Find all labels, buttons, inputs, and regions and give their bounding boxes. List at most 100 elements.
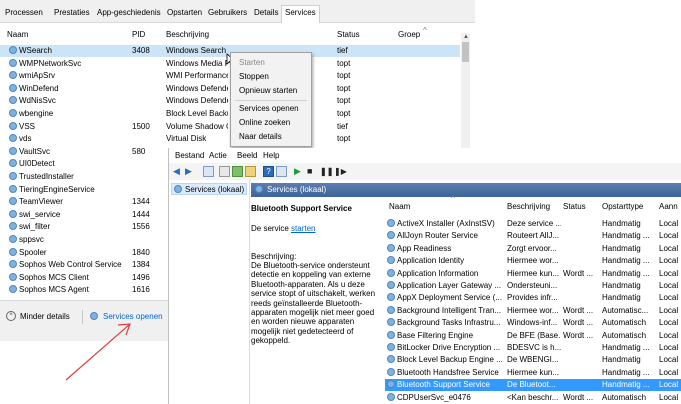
tab-services[interactable]: Services — [281, 5, 320, 23]
service-startup-type: Handmatig ... — [602, 268, 650, 278]
column-header-pid[interactable]: PID — [132, 30, 145, 39]
row-pid: 1384 — [132, 260, 150, 270]
list-item[interactable]: CDPUserSvc_e0476 <Kan beschr... Wordt ... A… — [385, 392, 681, 404]
service-startup-type: Automatisc... — [602, 305, 649, 315]
tab-processes[interactable]: Processen — [5, 6, 43, 22]
list-item[interactable]: Base Filtering Engine De BFE (Base... Word… — [385, 330, 681, 342]
menu-file[interactable]: Bestand — [175, 151, 204, 160]
list-item[interactable]: Background Tasks Infrastru... Windows-inf… — [385, 317, 681, 329]
service-gear-icon — [9, 209, 17, 218]
annotation-arrow-icon — [65, 323, 131, 381]
service-status — [563, 367, 599, 379]
chevron-up-icon[interactable]: ^ — [6, 311, 16, 321]
row-pid: 1556 — [132, 222, 150, 232]
list-header-description[interactable]: Beschrijving — [507, 202, 550, 211]
list-item[interactable]: AllJoyn Router Service Routeert AllJ... Ha… — [385, 230, 681, 242]
menu-item-search-online[interactable]: Online zoeken — [239, 118, 290, 127]
service-gear-icon — [9, 222, 17, 231]
service-logon: Local — [659, 268, 679, 278]
stop-icon[interactable]: ■ — [307, 166, 318, 177]
menu-view[interactable]: Beeld — [237, 151, 257, 160]
column-header-group[interactable]: Groep — [398, 30, 420, 39]
service-gear-icon — [9, 109, 17, 117]
export-list-icon[interactable] — [245, 166, 256, 177]
service-description: BDESVC is h... — [507, 343, 561, 352]
tab-performance[interactable]: Prestaties — [54, 6, 90, 22]
pause-icon[interactable]: ❚❚ — [320, 166, 333, 177]
list-item[interactable]: Application Layer Gateway ... Ondersteuni… — [385, 280, 681, 292]
tab-users[interactable]: Gebruikers — [208, 6, 247, 22]
list-header-startup-type[interactable]: Opstarttype — [602, 202, 643, 211]
column-header-name[interactable]: Naam — [7, 30, 28, 39]
service-startup-type: Handmatig ... — [602, 367, 650, 377]
tab-details[interactable]: Details — [254, 6, 278, 22]
service-startup-type: Automatisch — [602, 330, 647, 340]
service-status — [563, 243, 599, 255]
list-header-logon[interactable]: Aann — [659, 202, 678, 211]
column-header-description[interactable]: Beschrijving — [166, 30, 209, 39]
play-icon[interactable]: ▶ — [294, 166, 305, 177]
row-name: swi_filter — [9, 221, 129, 233]
service-gear-icon — [387, 268, 395, 277]
start-service-link[interactable]: starten — [291, 224, 315, 233]
menu-action[interactable]: Actie — [209, 151, 227, 160]
service-logon: Local — [659, 305, 679, 315]
tree-item-services-local[interactable]: Services (lokaal) — [171, 183, 247, 195]
list-item[interactable]: BitLocker Drive Encryption ... BDESVC is … — [385, 342, 681, 354]
service-startup-type: Handmatig — [602, 281, 641, 290]
service-name: Application Layer Gateway ... — [387, 280, 505, 292]
service-gear-icon — [9, 71, 17, 80]
menu-item-restart[interactable]: Opnieuw starten — [239, 86, 297, 95]
menu-item-start[interactable]: Starten — [239, 58, 265, 67]
row-pid — [132, 184, 162, 196]
row-pid: 3408 — [132, 46, 150, 55]
tab-startup[interactable]: Opstarten — [167, 6, 202, 22]
show-hide-pane-icon[interactable] — [276, 166, 287, 177]
list-item[interactable]: Bluetooth Support Service De Bluetoot... H… — [385, 379, 681, 392]
list-item[interactable]: Block Level Backup Engine ... De WBENGI..… — [385, 354, 681, 366]
service-startup-type: Handmatig — [602, 293, 641, 303]
list-item[interactable]: AppX Deployment Service (... Provides inf… — [385, 292, 681, 304]
service-logon: Local — [659, 380, 679, 390]
row-name: VaultSvc — [9, 146, 129, 158]
list-item[interactable]: Application Information Hiermee kun... Wor… — [385, 268, 681, 280]
menu-help[interactable]: Help — [263, 151, 279, 160]
service-gear-icon — [9, 58, 17, 67]
row-pid — [132, 234, 162, 246]
service-name: AllJoyn Router Service — [387, 230, 505, 242]
list-header-name[interactable]: Naam — [389, 202, 410, 211]
service-description: <Kan beschr... — [507, 392, 559, 402]
menu-item-go-to-details[interactable]: Naar details — [239, 132, 282, 141]
properties-icon[interactable] — [219, 166, 230, 177]
list-item[interactable]: Application Identity Hiermee wor... Handma… — [385, 255, 681, 267]
list-item[interactable]: ActiveX Installer (AxInstSV) Deze service… — [385, 218, 681, 230]
restart-icon[interactable]: ❚▶ — [334, 166, 347, 177]
tab-app-history[interactable]: App-geschiedenis — [97, 6, 161, 22]
refresh-icon[interactable] — [232, 166, 243, 177]
services-gear-icon — [255, 185, 265, 194]
list-item[interactable]: Bluetooth Handsfree Service Hiermee kun..… — [385, 367, 681, 379]
list-header-status[interactable]: Status — [563, 202, 586, 211]
scrollbar-thumb[interactable] — [462, 42, 469, 62]
service-gear-icon — [9, 159, 17, 168]
service-status — [563, 280, 599, 292]
forward-arrow-icon[interactable]: ▶ — [185, 166, 196, 177]
console-tree-icon[interactable] — [203, 166, 214, 177]
menu-item-open-services[interactable]: Services openen — [239, 104, 299, 113]
list-item[interactable]: App Readiness Zorgt ervoor... Handmatig Loc… — [385, 243, 681, 255]
row-name: WSearch — [9, 45, 129, 57]
service-startup-type: Automatisch — [602, 318, 647, 328]
scroll-up-icon[interactable]: ▲ — [463, 34, 469, 40]
row-name: UI0Detect — [9, 158, 129, 170]
service-gear-icon — [387, 318, 395, 327]
help-icon[interactable]: ? — [263, 166, 274, 177]
back-arrow-icon[interactable]: ◀ — [173, 166, 184, 177]
menu-item-stop[interactable]: Stoppen — [239, 72, 269, 81]
service-gear-icon — [387, 367, 395, 376]
list-item[interactable]: Background Intelligent Tran... Hiermee wo… — [385, 305, 681, 317]
service-logon: Local — [659, 256, 679, 266]
row-name: TieringEngineService — [9, 184, 129, 196]
row-status: tief — [337, 46, 348, 55]
service-gear-icon — [9, 235, 17, 243]
column-header-status[interactable]: Status — [337, 30, 360, 39]
